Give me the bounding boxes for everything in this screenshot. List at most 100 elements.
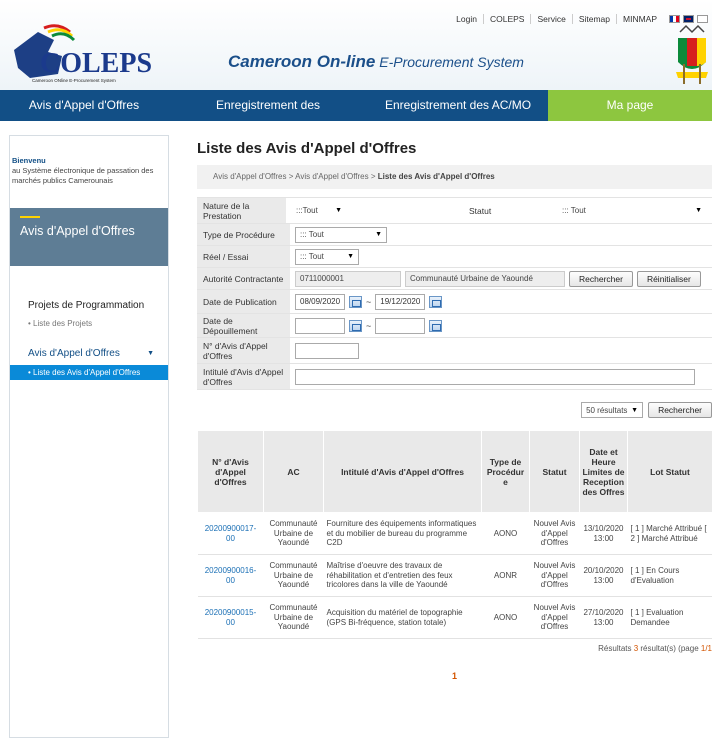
results-summary: Résultats 3 résultat(s) (page 1/1 (197, 644, 712, 653)
login-link[interactable]: Login (450, 14, 483, 24)
breadcrumb: Avis d'Appel d'Offres > Avis d'Appel d'O… (197, 165, 712, 189)
table-cell-type: AONO (481, 596, 530, 639)
nav-ma-page[interactable]: Ma page (548, 90, 712, 121)
main-nav: Avis d'Appel d'Offres Enregistrement des… (0, 90, 712, 143)
publication-to-input[interactable]: 19/12/2020 (375, 293, 426, 310)
table-cell-date: 20/10/2020 13:00 (579, 554, 628, 597)
sidebar-item-liste-projets[interactable]: • Liste des Projets (10, 319, 168, 328)
nav-avis-appel-offres[interactable]: Avis d'Appel d'Offres (0, 90, 168, 121)
calendar-icon[interactable] (349, 319, 362, 332)
nature-select[interactable]: :::Tout ▼ (291, 202, 347, 219)
summary-middle: résultat(s) (page (638, 644, 701, 653)
sitemap-link[interactable]: Sitemap (571, 14, 616, 24)
procedure-label: Type de Procédure (197, 224, 290, 245)
breadcrumb-path[interactable]: Avis d'Appel d'Offres > Avis d'Appel d'O… (213, 172, 378, 181)
date-range-separator: ~ (366, 320, 372, 331)
table-cell-type: AONR (481, 554, 530, 597)
autorite-name-field[interactable]: Communauté Urbaine de Yaoundé (405, 270, 565, 287)
column-header[interactable]: Type de Procédur e (481, 430, 530, 513)
procedure-select[interactable]: ::: Tout ▼ (295, 226, 387, 243)
rechercher-autorite-button[interactable]: Rechercher (569, 270, 633, 287)
table-cell-ac: Communauté Urbaine de Yaoundé (263, 554, 324, 597)
reel-label: Réel / Essai (197, 246, 290, 267)
dropdown-arrow-icon: ▼ (631, 406, 639, 414)
publication-from-input[interactable]: 08/09/2020 (295, 293, 345, 310)
numero-input[interactable] (295, 342, 359, 359)
table-cell-type: AONO (481, 512, 530, 555)
filter-row-reel: Réel / Essai ::: Tout ▼ (197, 246, 712, 268)
publication-label: Date de Publication (197, 290, 290, 313)
calendar-icon[interactable] (429, 295, 443, 308)
reinitialiser-button[interactable]: Réinitialiser (636, 270, 701, 287)
main-content: Liste des Avis d'Appel d'Offres Avis d'A… (197, 138, 712, 681)
reel-select[interactable]: ::: Tout ▼ (295, 248, 359, 265)
column-header[interactable]: Statut (529, 430, 580, 513)
table-row: 20200900015-00 Communauté Urbaine de Yao… (197, 596, 712, 639)
table-header-row: N° d'Avis d'Appel d'Offres AC Intitulé d… (197, 430, 712, 513)
depouillement-from-input[interactable] (295, 317, 345, 334)
pagination-current-page[interactable]: 1 (197, 671, 712, 681)
column-header[interactable]: Date et Heure Limites de Reception des O… (579, 430, 628, 513)
site-title-bold: Cameroon On-line (228, 52, 376, 71)
sidebar-group-avis-label: Avis d'Appel d'Offres (28, 348, 120, 359)
procedure-select-value: ::: Tout (300, 230, 324, 239)
depouillement-to-input[interactable] (375, 317, 426, 334)
calendar-icon[interactable] (349, 295, 362, 308)
site-title-rest: E-Procurement System (375, 54, 524, 70)
table-row: 20200900016-00 Communauté Urbaine de Yao… (197, 554, 712, 597)
yellow-accent-bar (20, 216, 40, 218)
korean-flag-icon[interactable] (697, 15, 708, 23)
depouillement-label: Date de Dépouillement (197, 314, 290, 337)
nav-enregistrement-ac-mo[interactable]: Enregistrement des AC/MO (368, 90, 548, 121)
per-page-value: 50 résultats (586, 405, 628, 415)
filter-row-depouillement: Date de Dépouillement ~ (197, 314, 712, 338)
table-cell-statut: Nouvel Avis d'Appel d'Offres (529, 554, 580, 597)
table-cell-lot-statut: [ 1 ] Marché Attribué [ 2 ] Marché Attri… (627, 512, 712, 555)
dropdown-arrow-icon: ▼ (335, 207, 342, 214)
site-header: Login COLEPS Service Sitemap MINMAP COLE… (0, 0, 712, 90)
avis-number-link[interactable]: 20200900017-00 (197, 512, 264, 555)
calendar-icon[interactable] (429, 319, 443, 332)
sidebar-section-title-text: Avis d'Appel d'Offres (20, 224, 135, 238)
coleps-logo[interactable]: COLEPS Cameroon ONline E-Procurement Sys… (8, 22, 158, 84)
filter-row-procedure: Type de Procédure ::: Tout ▼ (197, 224, 712, 246)
column-header[interactable]: Lot Statut (627, 430, 712, 513)
per-page-select[interactable]: 50 résultats ▼ (581, 402, 644, 418)
english-flag-icon[interactable] (683, 15, 694, 23)
rechercher-button[interactable]: Rechercher (648, 402, 712, 418)
intitule-input[interactable] (295, 368, 695, 385)
coleps-link[interactable]: COLEPS (482, 14, 531, 24)
avis-number-link[interactable]: 20200900015-00 (197, 596, 264, 639)
filter-form: Nature de la Prestation :::Tout ▼ Statut … (197, 197, 712, 390)
statut-select[interactable]: ::: Tout ▼ (557, 202, 707, 219)
top-links: Login COLEPS Service Sitemap MINMAP (450, 14, 708, 24)
filter-row-numero: N° d'Avis d'Appel d'Offres (197, 338, 712, 364)
page-title: Liste des Avis d'Appel d'Offres (197, 140, 417, 157)
autorite-code-field[interactable]: 0711000001 (295, 270, 401, 287)
sidebar-item-liste-avis[interactable]: • Liste des Avis d'Appel d'Offres (10, 365, 168, 380)
french-flag-icon[interactable] (669, 15, 680, 23)
nav-enregistrement-soumissionnaires[interactable]: Enregistrement des soumissionnaires (168, 90, 368, 143)
service-link[interactable]: Service (530, 14, 571, 24)
welcome-title: Bienvenu (12, 156, 46, 165)
column-header[interactable]: AC (263, 430, 324, 513)
minmap-link[interactable]: MINMAP (616, 14, 663, 24)
filter-row-intitule: Intitulé d'Avis d'Appel d'Offres (197, 364, 712, 390)
cameroon-emblem-icon (676, 24, 708, 84)
avis-number-link[interactable]: 20200900016-00 (197, 554, 264, 597)
column-header[interactable]: Intitulé d'Avis d'Appel d'Offres (323, 430, 482, 513)
filter-row-autorite: Autorité Contractante 0711000001 Communa… (197, 268, 712, 290)
column-header[interactable]: N° d'Avis d'Appel d'Offres (197, 430, 264, 513)
nature-select-value: :::Tout (296, 206, 318, 215)
table-row: 20200900017-00 Communauté Urbaine de Yao… (197, 512, 712, 555)
results-controls: 50 résultats ▼ Rechercher (197, 402, 712, 418)
sidebar-group-avis[interactable]: Avis d'Appel d'Offres ▼ (10, 348, 168, 359)
table-cell-date: 13/10/2020 13:00 (579, 512, 628, 555)
date-range-separator: ~ (366, 296, 372, 307)
nature-label: Nature de la Prestation (197, 198, 286, 223)
welcome-text: au Système électronique de passation des… (12, 166, 154, 185)
sidebar-group-projets[interactable]: Projets de Programmation (10, 300, 168, 311)
numero-label: N° d'Avis d'Appel d'Offres (197, 338, 290, 363)
chevron-down-icon: ▼ (147, 350, 154, 357)
site-title: Cameroon On-line E-Procurement System (228, 52, 524, 72)
